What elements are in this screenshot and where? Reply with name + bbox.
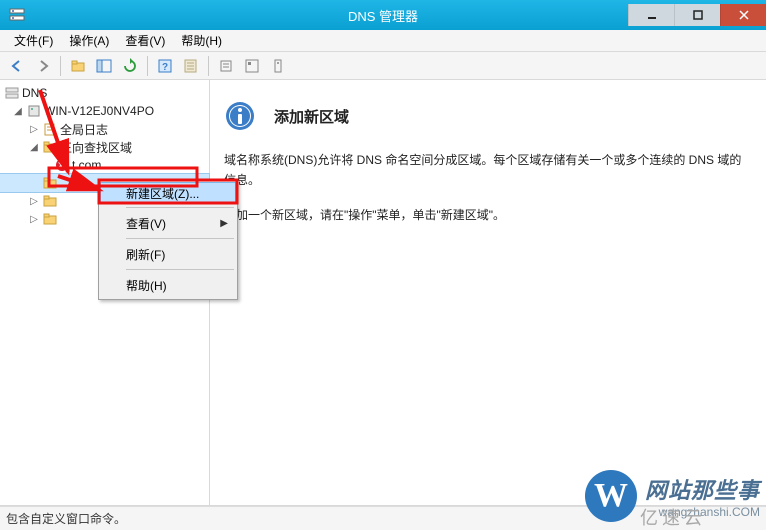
collapse-icon[interactable]: ◢ — [28, 142, 40, 153]
help-button[interactable]: ? — [153, 54, 177, 78]
context-view[interactable]: 查看(V) ▶ — [100, 211, 236, 235]
svg-text:?: ? — [162, 62, 168, 73]
context-separator — [126, 207, 234, 208]
toolbar-separator — [147, 56, 148, 76]
context-new-zone-label: 新建区域(Z)... — [126, 185, 199, 202]
context-new-zone[interactable]: 新建区域(Z)... — [100, 182, 236, 204]
tool-button-1[interactable] — [214, 54, 238, 78]
watermark-yisuyun: 亿速云 — [640, 504, 706, 530]
context-separator — [126, 269, 234, 270]
expand-icon[interactable]: ▷ — [28, 196, 40, 207]
log-icon — [42, 121, 58, 137]
context-refresh[interactable]: 刷新(F) — [100, 242, 236, 266]
tree-forward-zone-label: 正向查找区域 — [60, 139, 132, 156]
close-button[interactable] — [720, 4, 766, 26]
submenu-arrow-icon: ▶ — [220, 218, 228, 229]
server-icon — [26, 103, 42, 119]
window-title: DNS 管理器 — [348, 6, 418, 25]
content-paragraph-2: 添加一个新区域，请在"操作"菜单，单击"新建区域"。 — [224, 205, 752, 225]
content-header: 添加新区域 — [224, 100, 752, 132]
dns-icon — [4, 85, 20, 101]
refresh-button[interactable] — [118, 54, 142, 78]
context-menu: 新建区域(Z)... 查看(V) ▶ 刷新(F) 帮助(H) — [98, 179, 238, 300]
up-button[interactable] — [66, 54, 90, 78]
minimize-button[interactable] — [628, 4, 674, 26]
tree-root-dns[interactable]: DNS — [0, 84, 209, 102]
tree-global-log-label: 全局日志 — [60, 121, 108, 138]
app-icon — [5, 3, 29, 27]
tree-zone-error[interactable]: t.com — [0, 156, 209, 174]
menu-view[interactable]: 查看(V) — [117, 32, 173, 49]
watermark-zh: 网站那些事 — [645, 473, 760, 505]
menubar: 文件(F) 操作(A) 查看(V) 帮助(H) — [0, 30, 766, 52]
tree-root-label: DNS — [22, 86, 47, 100]
content-heading: 添加新区域 — [274, 106, 349, 127]
content-paragraph-1: 域名称系统(DNS)允许将 DNS 命名空间分成区域。每个区域存储有关一个或多个… — [224, 150, 752, 191]
context-view-label: 查看(V) — [126, 215, 166, 232]
toolbar: ? — [0, 52, 766, 80]
folder-icon — [42, 139, 58, 155]
toolbar-separator — [208, 56, 209, 76]
folder-icon — [42, 175, 58, 191]
menu-file[interactable]: 文件(F) — [6, 32, 61, 49]
menu-action[interactable]: 操作(A) — [61, 32, 117, 49]
maximize-button[interactable] — [674, 4, 720, 26]
tree-global-log[interactable]: ▷ 全局日志 — [0, 120, 209, 138]
expand-icon[interactable] — [28, 178, 40, 189]
tree-zone-error-label: t.com — [72, 158, 101, 172]
tree-server-label: WIN-V12EJ0NV4PO — [44, 104, 154, 118]
back-button[interactable] — [5, 54, 29, 78]
collapse-icon[interactable]: ◢ — [12, 106, 24, 117]
window-controls — [628, 4, 766, 26]
expand-icon[interactable]: ▷ — [28, 214, 40, 225]
toolbar-separator — [60, 56, 61, 76]
properties-button[interactable] — [179, 54, 203, 78]
folder-icon — [42, 193, 58, 209]
expand-icon[interactable]: ▷ — [28, 124, 40, 135]
folder-icon — [42, 211, 58, 227]
tool-button-3[interactable] — [266, 54, 290, 78]
error-icon — [54, 157, 70, 173]
statusbar-text: 包含自定义窗口命令。 — [6, 510, 126, 527]
context-refresh-label: 刷新(F) — [126, 246, 165, 263]
watermark-logo: W — [585, 470, 637, 522]
show-hide-tree-button[interactable] — [92, 54, 116, 78]
context-help[interactable]: 帮助(H) — [100, 273, 236, 297]
forward-button[interactable] — [31, 54, 55, 78]
tool-button-2[interactable] — [240, 54, 264, 78]
content-pane: 添加新区域 域名称系统(DNS)允许将 DNS 命名空间分成区域。每个区域存储有… — [210, 80, 766, 505]
context-separator — [126, 238, 234, 239]
tree-server[interactable]: ◢ WIN-V12EJ0NV4PO — [0, 102, 209, 120]
info-icon — [224, 100, 256, 132]
tree-forward-zone[interactable]: ◢ 正向查找区域 — [0, 138, 209, 156]
menu-help[interactable]: 帮助(H) — [173, 32, 230, 49]
titlebar: DNS 管理器 — [0, 0, 766, 30]
context-help-label: 帮助(H) — [126, 277, 167, 294]
